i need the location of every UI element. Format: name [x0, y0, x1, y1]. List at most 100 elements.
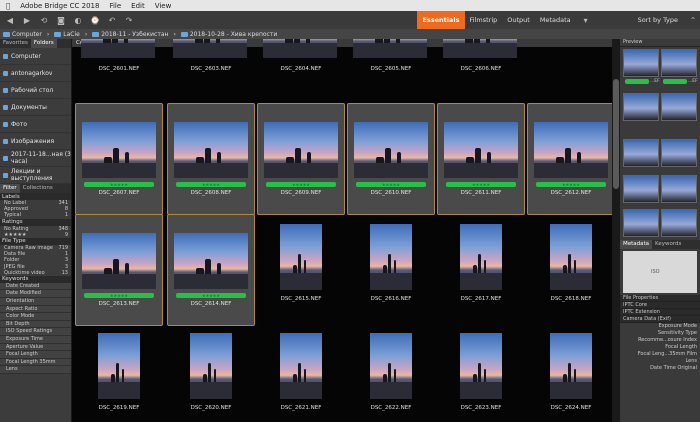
favorite-item[interactable]: Рабочий стол	[0, 82, 71, 99]
keyword-category[interactable]: Focal Length	[0, 351, 71, 359]
filmstrip-thumbnail[interactable]	[661, 49, 697, 77]
filetype-header[interactable]: File Type	[0, 237, 71, 245]
thumbnail-cell[interactable]: DSC_2617.NEF	[437, 214, 525, 326]
thumbnail-cell[interactable]: ★★★★★ DSC_2611.NEF	[437, 103, 525, 215]
sort-direction-icon[interactable]: ⌃	[686, 14, 700, 26]
tab-keywords[interactable]: Keywords	[652, 240, 684, 249]
rating-bar[interactable]: ★★★★★	[446, 182, 516, 187]
photo-thumbnail[interactable]	[534, 122, 608, 178]
filmstrip-thumbnail[interactable]	[623, 175, 659, 203]
filmstrip-thumbnail[interactable]	[661, 209, 697, 237]
photo-thumbnail[interactable]	[280, 333, 322, 399]
tab-favorites[interactable]: Favorites	[0, 39, 31, 48]
keyword-category[interactable]: Focal Length 35mm	[0, 358, 71, 367]
thumbnail-cell[interactable]: ★★★★★ DSC_2614.NEF	[167, 214, 255, 326]
breadcrumb-uzbekistan[interactable]: 2018-11 - Узбекистан	[92, 31, 168, 38]
open-recent-icon[interactable]: ⌚	[88, 14, 102, 26]
photo-thumbnail[interactable]	[173, 39, 247, 58]
favorite-item[interactable]: Изображения	[0, 133, 71, 150]
tab-metadata[interactable]: Metadata	[620, 240, 653, 249]
photo-thumbnail[interactable]	[98, 333, 140, 399]
thumbnail-cell[interactable]: DSC_2621.NEF	[257, 323, 345, 422]
menu-view[interactable]: View	[155, 2, 172, 10]
thumbnail-cell[interactable]: ★★★★★ DSC_2612.NEF	[527, 103, 615, 215]
keyword-category[interactable]: Orientation	[0, 298, 71, 306]
photo-thumbnail[interactable]	[82, 122, 156, 178]
photo-thumbnail[interactable]	[263, 39, 337, 58]
thumbnail-cell[interactable]: DSC_2601.NEF	[75, 39, 163, 96]
metadata-section[interactable]: Camera Data (Exif)	[620, 316, 700, 323]
photo-thumbnail[interactable]	[370, 333, 412, 399]
photo-thumbnail[interactable]	[460, 224, 502, 290]
favorite-item[interactable]: antonagarkov	[0, 65, 71, 82]
boomerang-icon[interactable]: ⟲	[37, 14, 51, 26]
camera-icon[interactable]: ◙	[54, 14, 68, 26]
thumbnail-cell[interactable]: DSC_2622.NEF	[347, 323, 435, 422]
rating-bar[interactable]: ★★★★★	[84, 182, 154, 187]
keyword-category[interactable]: Aspect Ratio	[0, 305, 71, 314]
back-icon[interactable]: ◀	[3, 14, 17, 26]
thumbnail-cell[interactable]: ★★★★★ DSC_2610.NEF	[347, 103, 435, 215]
rating-bar[interactable]: ★★★★★	[84, 293, 154, 298]
thumbnail-cell[interactable]: ★★★★★ DSC_2613.NEF	[75, 214, 163, 326]
thumbnail-cell[interactable]: DSC_2618.NEF	[527, 214, 615, 326]
menu-file[interactable]: File	[109, 2, 121, 10]
photo-thumbnail[interactable]	[444, 122, 518, 178]
thumbnail-cell[interactable]: DSC_2604.NEF	[257, 39, 345, 96]
workspace-essentials[interactable]: Essentials	[417, 11, 465, 29]
thumbnail-cell[interactable]: DSC_2615.NEF	[257, 214, 345, 326]
tab-collections[interactable]: Collections	[20, 184, 56, 193]
photo-thumbnail[interactable]	[280, 224, 322, 290]
filmstrip-thumbnail[interactable]	[661, 93, 697, 121]
workspace-output[interactable]: Output	[502, 11, 535, 29]
filmstrip-thumbnail[interactable]	[623, 209, 659, 237]
favorite-item[interactable]: Фото	[0, 116, 71, 133]
rotate-right-icon[interactable]: ↷	[122, 14, 136, 26]
keyword-category[interactable]: ISO Speed Ratings	[0, 328, 71, 337]
keyword-category[interactable]: Date Modified	[0, 290, 71, 299]
photo-thumbnail[interactable]	[370, 224, 412, 290]
rating-bar[interactable]: ★★★★★	[176, 293, 246, 298]
thumbnail-cell[interactable]: ★★★★★ DSC_2608.NEF	[167, 103, 255, 215]
thumbnail-cell[interactable]: DSC_2605.NEF	[347, 39, 435, 96]
metadata-section[interactable]: IPTC Extension	[620, 309, 700, 316]
keyword-category[interactable]: Exposure Time	[0, 336, 71, 344]
scrollbar-thumb[interactable]	[613, 79, 619, 189]
content-scrollbar[interactable]	[612, 39, 620, 422]
filmstrip-thumbnail[interactable]	[623, 49, 659, 77]
rating-bar[interactable]: ★★★★★	[266, 182, 336, 187]
keyword-category[interactable]: Color Mode	[0, 313, 71, 321]
app-menu[interactable]: Adobe Bridge CC 2018	[20, 2, 99, 10]
favorite-item[interactable]: Лекции и выступления	[0, 167, 71, 184]
thumbnail-cell[interactable]: DSC_2623.NEF	[437, 323, 525, 422]
labels-header[interactable]: Labels	[0, 193, 71, 200]
keywords-header[interactable]: Keywords	[0, 275, 71, 283]
photo-thumbnail[interactable]	[460, 333, 502, 399]
workspace-metadata[interactable]: Metadata	[535, 11, 576, 29]
workspace-menu-icon[interactable]: ▾	[579, 14, 593, 26]
thumbnail-cell[interactable]: DSC_2619.NEF	[75, 323, 163, 422]
thumbnail-cell[interactable]: ★★★★★ DSC_2609.NEF	[257, 103, 345, 215]
metadata-section[interactable]: File Properties	[620, 295, 700, 302]
ratings-header[interactable]: Ratings	[0, 218, 71, 226]
thumbnail-cell[interactable]: DSC_2606.NEF	[437, 39, 525, 96]
photo-thumbnail[interactable]	[190, 333, 232, 399]
metadata-section[interactable]: IPTC Core	[620, 302, 700, 309]
favorite-item[interactable]: 2017-11-18...ная (3 часа)	[0, 150, 71, 167]
breadcrumb-khiva[interactable]: 2018-10-28 - Хива крепости	[180, 31, 277, 38]
sort-dropdown[interactable]: Sort by Type	[633, 11, 683, 29]
tab-folders[interactable]: Folders	[30, 39, 57, 48]
apple-icon[interactable]: 	[6, 2, 10, 10]
photo-thumbnail[interactable]	[264, 122, 338, 178]
keyword-category[interactable]: Date Created	[0, 282, 71, 291]
rating-bar[interactable]: ★★★★★	[176, 182, 246, 187]
photo-thumbnail[interactable]	[353, 39, 427, 58]
forward-icon[interactable]: ▶	[20, 14, 34, 26]
thumbnail-cell[interactable]: DSC_2603.NEF	[167, 39, 255, 96]
photo-thumbnail[interactable]	[174, 233, 248, 289]
tab-filter[interactable]: Filter	[0, 184, 20, 193]
filmstrip-thumbnail[interactable]	[661, 139, 697, 167]
photo-thumbnail[interactable]	[81, 39, 155, 58]
keyword-category[interactable]: Lens	[0, 366, 71, 374]
keyword-category[interactable]: Bit Depth	[0, 320, 71, 329]
